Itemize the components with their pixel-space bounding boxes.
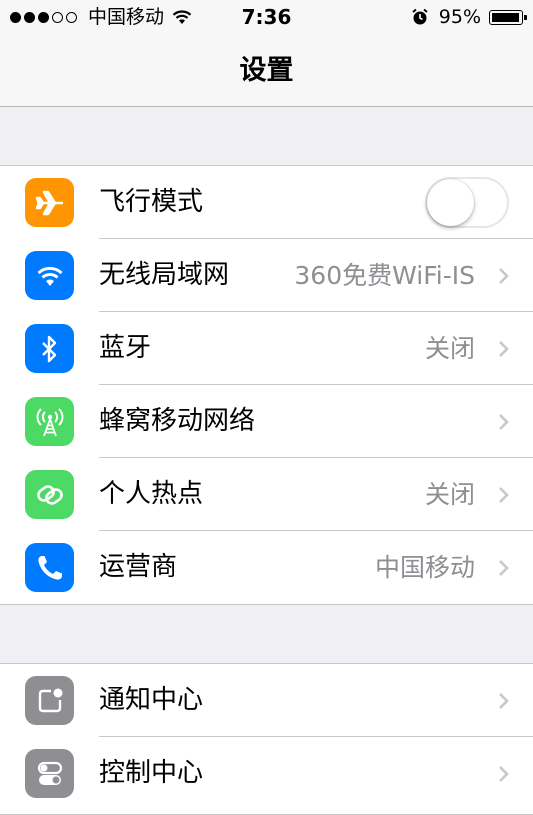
settings-group-connectivity: 飞行模式 无线局域网 360免费WiFi-IS 蓝牙 关闭 蜂窝移动网络 个人热… (0, 165, 533, 605)
chevron-right-icon (499, 693, 509, 709)
battery-percent: 95% (438, 6, 481, 28)
settings-row-label: 个人热点 (99, 479, 204, 509)
settings-group-centers: 通知中心 控制中心 (0, 663, 533, 815)
bluetooth-icon (25, 324, 74, 373)
settings-row-label: 通知中心 (99, 685, 204, 715)
wifi-icon (25, 251, 74, 300)
settings-row-label: 蓝牙 (99, 333, 152, 363)
alarm-icon (412, 8, 428, 25)
cellular-icon (25, 397, 74, 446)
hotspot-icon (25, 470, 74, 519)
chevron-right-icon (499, 487, 509, 503)
airplane-icon (25, 178, 74, 227)
settings-row-notification-center[interactable]: 通知中心 (0, 664, 533, 737)
status-bar: 中国移动 7:36 95% (0, 0, 533, 34)
chevron-right-icon (499, 766, 509, 782)
settings-row-label: 运营商 (99, 552, 178, 582)
settings-row-value: 关闭 (424, 480, 475, 509)
chevron-right-icon (499, 414, 509, 430)
phone-icon (25, 543, 74, 592)
page-title: 设置 (239, 55, 294, 86)
settings-row-control-center[interactable]: 控制中心 (0, 737, 533, 810)
settings-row-value: 关闭 (424, 334, 475, 363)
settings-row-personal-hotspot[interactable]: 个人热点 关闭 (0, 458, 533, 531)
toggle-knob (427, 179, 474, 226)
settings-row-label: 飞行模式 (99, 187, 204, 217)
settings-row-wlan[interactable]: 无线局域网 360免费WiFi-IS (0, 239, 533, 312)
chevron-right-icon (499, 560, 509, 576)
settings-row-label: 蜂窝移动网络 (99, 406, 256, 436)
settings-row-label: 无线局域网 (99, 260, 230, 290)
settings-row-bluetooth[interactable]: 蓝牙 关闭 (0, 312, 533, 385)
airplane-mode-toggle[interactable] (425, 177, 509, 228)
battery-icon (489, 9, 527, 25)
settings-row-value: 360免费WiFi-IS (294, 261, 475, 290)
status-right: 95% (411, 0, 527, 34)
settings-row-carrier[interactable]: 运营商 中国移动 (0, 531, 533, 604)
chevron-right-icon (499, 341, 509, 357)
settings-row-value: 中国移动 (374, 553, 475, 582)
settings-row-airplane-mode: 飞行模式 (0, 166, 533, 239)
notification-center-icon (25, 676, 74, 725)
settings-row-label: 控制中心 (99, 758, 204, 788)
navigation-bar: 设置 (0, 34, 533, 107)
chevron-right-icon (499, 268, 509, 284)
control-center-icon (25, 749, 74, 798)
settings-row-cellular[interactable]: 蜂窝移动网络 (0, 385, 533, 458)
